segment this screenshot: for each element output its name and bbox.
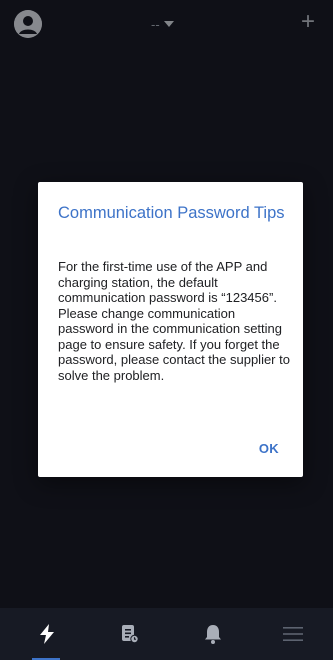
nav-item-notifications[interactable] [171, 608, 254, 660]
dialog-title: Communication Password Tips [58, 204, 285, 222]
menu-icon [282, 627, 303, 641]
dialog-message: For the first-time use of the APP and ch… [58, 259, 290, 383]
ok-button[interactable]: OK [259, 441, 279, 456]
nav-item-charging[interactable] [5, 608, 88, 660]
nav-item-menu[interactable] [251, 608, 333, 660]
bottom-nav [0, 608, 333, 660]
lightning-icon [39, 624, 54, 644]
records-icon [121, 625, 139, 644]
app-screen: -- + Communication Password Tips For the… [0, 0, 333, 660]
bell-icon [204, 625, 221, 644]
nav-item-records[interactable] [88, 608, 171, 660]
password-tips-dialog: Communication Password Tips For the firs… [38, 182, 303, 477]
